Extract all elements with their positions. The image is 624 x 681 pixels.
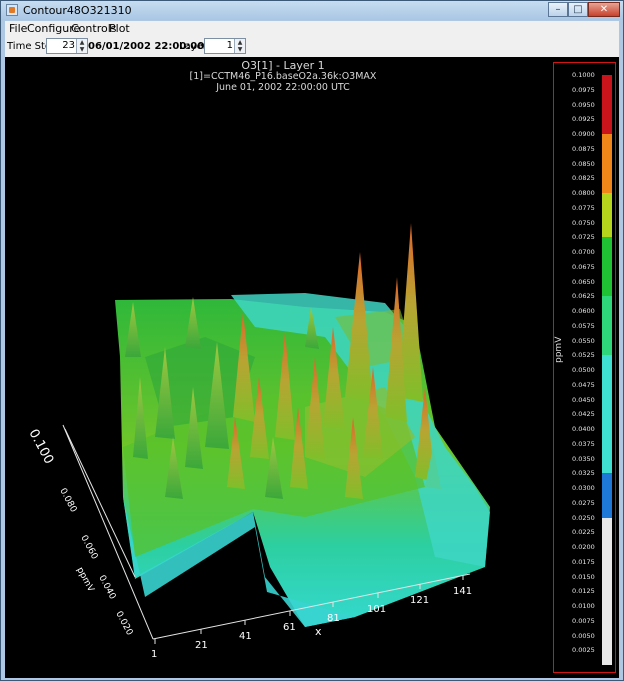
legend-label: 0.0925 (572, 115, 595, 124)
menu-file[interactable]: File (9, 22, 27, 35)
legend-label: 0.0675 (572, 262, 595, 271)
legend-label: 0.0950 (572, 100, 595, 109)
layer-value: 1 (226, 40, 233, 51)
legend-label: 0.0350 (572, 454, 595, 463)
legend-label: 0.0300 (572, 484, 595, 492)
legend-label: 0.0550 (572, 336, 595, 345)
menu-plot[interactable]: Plot (109, 22, 130, 35)
legend-label: 0.0100 (572, 602, 595, 610)
x-tick-101: 101 (367, 604, 386, 615)
legend-label: 0.0325 (572, 469, 595, 478)
legend-swatch (602, 134, 612, 193)
legend-label: 0.0825 (572, 174, 595, 183)
legend-label: 0.0275 (572, 498, 595, 507)
color-legend: ppmV 0.1000 0.0975 0.0950 0.0925 0.0900 0.087… (553, 62, 616, 673)
legend-label: 0.0775 (572, 203, 595, 212)
x-tick-1: 1 (151, 649, 157, 660)
close-button[interactable]: ✕ (588, 2, 620, 17)
maximize-button[interactable]: □ (568, 2, 588, 17)
legend-label: 0.0900 (572, 130, 595, 138)
legend-label: 0.0075 (572, 616, 595, 625)
x-tick-61: 61 (283, 622, 296, 633)
plot-canvas[interactable]: O3[1] - Layer 1 [1]=CCTM46_P16.baseO2a.3… (5, 57, 619, 678)
layer-arrows-icon[interactable]: ▲ ▼ (234, 39, 245, 53)
legend-label: 0.0400 (572, 425, 595, 433)
toolbar: Time Step: 23 ▲ ▼ 06/01/2002 22:00:00 Lay… (5, 36, 619, 57)
legend-label: 0.0225 (572, 528, 595, 537)
legend-swatch (602, 75, 612, 134)
legend-label: 0.0450 (572, 395, 595, 404)
x-tick-141: 141 (453, 586, 472, 597)
time-step-spinner[interactable]: 23 ▲ ▼ (46, 38, 88, 54)
time-step-value: 23 (62, 40, 75, 51)
x-tick-21: 21 (195, 640, 208, 651)
z-tick-0020: 0.020 (113, 610, 134, 638)
layer-spinner[interactable]: 1 ▲ ▼ (204, 38, 246, 54)
x-axis-label: x (315, 625, 322, 638)
legend-label: 0.0525 (572, 351, 595, 360)
legend-swatch (602, 296, 612, 356)
legend-swatch (602, 473, 612, 518)
surface-plot[interactable]: 1 21 41 61 81 101 121 141 x 0.100 0.080 … (5, 57, 545, 678)
z-tick-0060: 0.060 (78, 534, 99, 562)
minimize-button[interactable]: – (548, 2, 568, 17)
legend-label: 0.0600 (572, 307, 595, 315)
legend-label: 0.0850 (572, 159, 595, 168)
legend-label: 0.0700 (572, 248, 595, 256)
x-tick-121: 121 (410, 595, 429, 606)
legend-label: 0.0425 (572, 410, 595, 419)
time-step-arrows-icon[interactable]: ▲ ▼ (76, 39, 87, 53)
app-icon (6, 4, 18, 16)
legend-label: 0.0125 (572, 587, 595, 596)
z-tick-0100: 0.100 (25, 427, 56, 467)
app-window: Contour48O321310 – □ ✕ File Configure Co… (0, 0, 624, 681)
legend-label: 0.0200 (572, 543, 595, 551)
legend-swatch (602, 193, 612, 238)
legend-label: 0.0625 (572, 292, 595, 301)
legend-units: ppmV (554, 336, 564, 363)
legend-label: 0.0500 (572, 366, 595, 374)
legend-label: 0.0475 (572, 380, 595, 389)
z-tick-0080: 0.080 (57, 487, 78, 515)
z-axis-label: ppmV (74, 566, 96, 595)
title-bar[interactable]: Contour48O321310 – □ ✕ (1, 1, 623, 20)
legend-label: 0.0975 (572, 85, 595, 94)
legend-label: 0.0875 (572, 144, 595, 153)
legend-label: 0.0175 (572, 557, 595, 566)
legend-swatch (602, 237, 612, 297)
legend-label: 0.0750 (572, 218, 595, 227)
legend-label: 0.0800 (572, 189, 595, 197)
legend-swatch (602, 355, 612, 474)
x-tick-41: 41 (239, 631, 252, 642)
x-tick-81: 81 (327, 613, 340, 624)
legend-label: 0.0250 (572, 513, 595, 522)
legend-label: 0.0050 (572, 631, 595, 640)
menu-bar: File Configure Controls Plot (5, 21, 619, 36)
legend-label: 0.0025 (572, 646, 595, 655)
legend-label: 0.0375 (572, 439, 595, 448)
z-tick-0040: 0.040 (96, 574, 117, 602)
window-title: Contour48O321310 (23, 4, 132, 17)
legend-label: 0.1000 (572, 71, 595, 79)
legend-label: 0.0650 (572, 277, 595, 286)
legend-label: 0.0725 (572, 233, 595, 242)
legend-label: 0.0575 (572, 321, 595, 330)
legend-label: 0.0150 (572, 572, 595, 581)
legend-swatch (602, 517, 612, 665)
